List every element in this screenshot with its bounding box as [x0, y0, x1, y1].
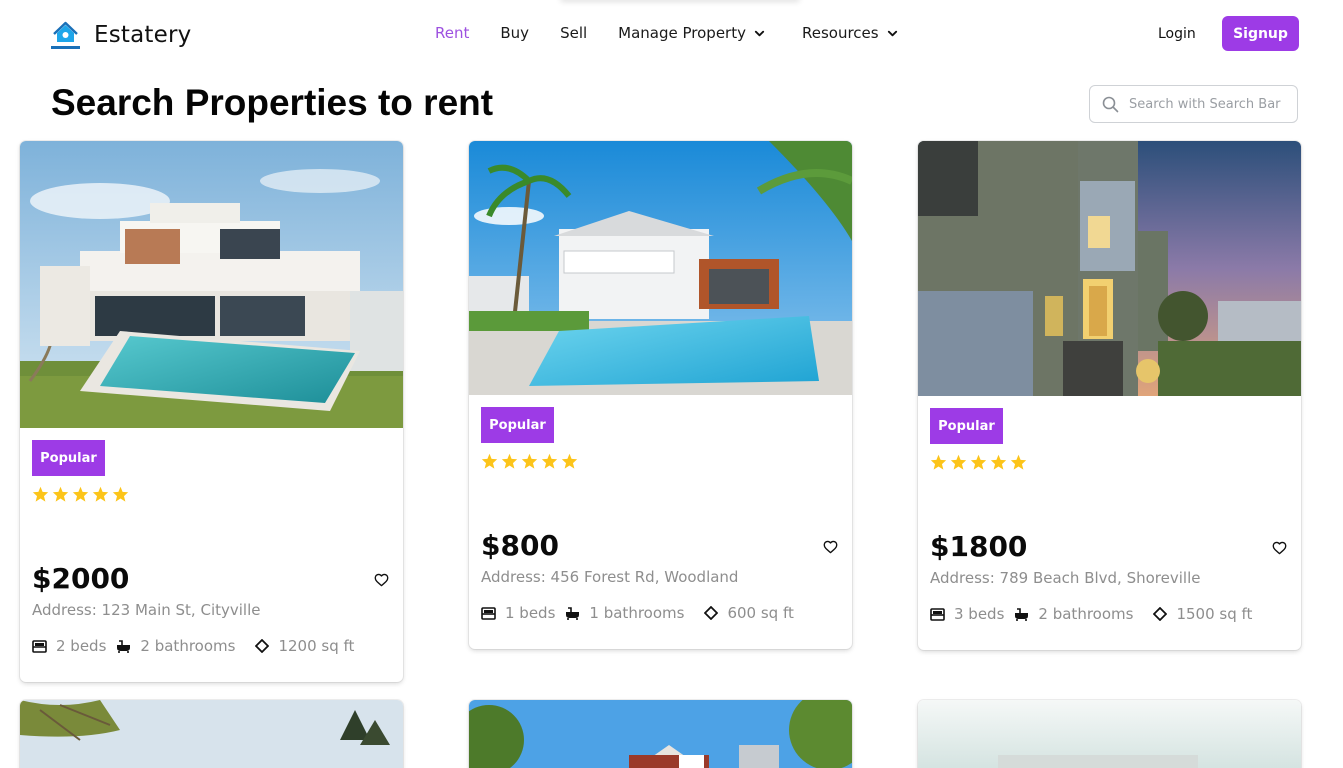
baths-feature: 1 bathrooms	[565, 604, 684, 622]
chevron-down-icon	[754, 30, 765, 36]
baths-feature: 2 bathrooms	[116, 637, 235, 655]
property-card[interactable]: Popular $800 Address: 456 Forest Rd, Woo…	[469, 141, 852, 649]
star-icon	[561, 453, 578, 469]
star-icon	[990, 454, 1007, 470]
nav-resources-label: Resources	[801, 24, 879, 42]
nav-buy-label: Buy	[500, 24, 530, 42]
star-icon	[1010, 454, 1027, 470]
bed-icon	[32, 639, 47, 653]
beds-feature: 3 beds	[930, 605, 1004, 623]
star-icon	[52, 486, 69, 502]
baths-feature: 2 bathrooms	[1014, 605, 1133, 623]
nav-manage-property-label: Manage Property	[618, 24, 746, 42]
baths-label: 2 bathrooms	[140, 637, 236, 655]
property-photo	[918, 700, 1301, 768]
star-icon	[32, 486, 49, 502]
property-photo	[20, 700, 403, 768]
brand-name: Estatery	[94, 22, 192, 48]
star-rating	[481, 453, 578, 469]
search-box[interactable]	[1089, 85, 1298, 123]
search-input[interactable]	[1129, 96, 1289, 112]
heart-icon[interactable]	[823, 540, 838, 554]
beds-feature: 2 beds	[32, 637, 106, 655]
property-card[interactable]	[20, 700, 403, 768]
property-card[interactable]: Popular $2000 Address: 123 Main St, City…	[20, 141, 403, 682]
star-rating	[32, 486, 129, 502]
star-icon	[72, 486, 89, 502]
baths-label: 2 bathrooms	[1038, 605, 1134, 623]
login-link[interactable]: Login	[1158, 26, 1196, 42]
beds-label: 3 beds	[954, 605, 1005, 623]
property-address: Address: 456 Forest Rd, Woodland	[481, 568, 739, 586]
house-logo-icon	[51, 20, 80, 50]
star-icon	[501, 453, 518, 469]
beds-label: 2 beds	[56, 637, 107, 655]
nav-rent-label: Rent	[435, 24, 470, 42]
star-icon	[970, 454, 987, 470]
logo[interactable]: Estatery	[51, 20, 191, 50]
area-feature: 600 sq ft	[704, 604, 794, 622]
beds-label: 1 beds	[505, 604, 556, 622]
property-address: Address: 789 Beach Blvd, Shoreville	[930, 569, 1201, 587]
beds-feature: 1 beds	[481, 604, 555, 622]
property-address: Address: 123 Main St, Cityville	[32, 601, 261, 619]
baths-label: 1 bathrooms	[589, 604, 685, 622]
nav-buy[interactable]: Buy	[500, 24, 529, 42]
main-nav: Rent Buy Sell Manage Property Resources	[435, 24, 898, 42]
property-photo	[469, 700, 852, 768]
sqft-label: 1200 sq ft	[278, 637, 355, 655]
property-photo	[918, 141, 1301, 396]
area-icon	[1153, 607, 1168, 621]
nav-sell-label: Sell	[560, 24, 588, 42]
sqft-label: 1500 sq ft	[1176, 605, 1253, 623]
star-icon	[950, 454, 967, 470]
area-feature: 1500 sq ft	[1153, 605, 1252, 623]
property-features: 3 beds 2 bathrooms 1500 sq ft	[930, 605, 1262, 623]
property-features: 2 beds 2 bathrooms 1200 sq ft	[32, 637, 364, 655]
star-icon	[112, 486, 129, 502]
star-icon	[92, 486, 109, 502]
bathtub-icon	[1015, 607, 1029, 621]
property-photo	[20, 141, 403, 428]
property-price: $2000	[32, 562, 130, 595]
star-rating	[930, 454, 1027, 470]
search-icon	[1102, 96, 1119, 112]
bathtub-icon	[117, 639, 131, 653]
property-features: 1 beds 1 bathrooms 600 sq ft	[481, 604, 804, 622]
nav-sell[interactable]: Sell	[560, 24, 587, 42]
property-card[interactable]	[918, 700, 1301, 768]
heart-icon[interactable]	[374, 573, 389, 587]
bed-icon	[481, 606, 496, 620]
star-icon	[930, 454, 947, 470]
nav-rent[interactable]: Rent	[435, 24, 469, 42]
property-card[interactable]: Popular $1800 Address: 789 Beach Blvd, S…	[918, 141, 1301, 650]
property-price: $1800	[930, 530, 1028, 563]
area-icon	[255, 639, 270, 653]
popular-badge: Popular	[32, 440, 105, 476]
nav-resources[interactable]: Resources	[802, 24, 898, 42]
property-photo	[469, 141, 852, 395]
signup-button[interactable]: Signup	[1222, 16, 1299, 51]
star-icon	[541, 453, 558, 469]
popular-badge: Popular	[930, 408, 1003, 444]
bathtub-icon	[566, 606, 580, 620]
sqft-label: 600 sq ft	[727, 604, 794, 622]
property-card[interactable]	[469, 700, 852, 768]
popular-badge: Popular	[481, 407, 554, 443]
chevron-down-icon	[887, 30, 897, 36]
nav-manage-property[interactable]: Manage Property	[618, 24, 765, 42]
header: Estatery Rent Buy Sell Manage Property R…	[0, 0, 1343, 70]
page-title: Search Properties to rent	[51, 82, 494, 123]
star-icon	[481, 453, 498, 469]
bed-icon	[930, 607, 945, 621]
property-price: $800	[481, 529, 559, 562]
area-feature: 1200 sq ft	[255, 637, 354, 655]
area-icon	[704, 606, 719, 620]
star-icon	[521, 453, 538, 469]
heart-icon[interactable]	[1272, 541, 1287, 555]
